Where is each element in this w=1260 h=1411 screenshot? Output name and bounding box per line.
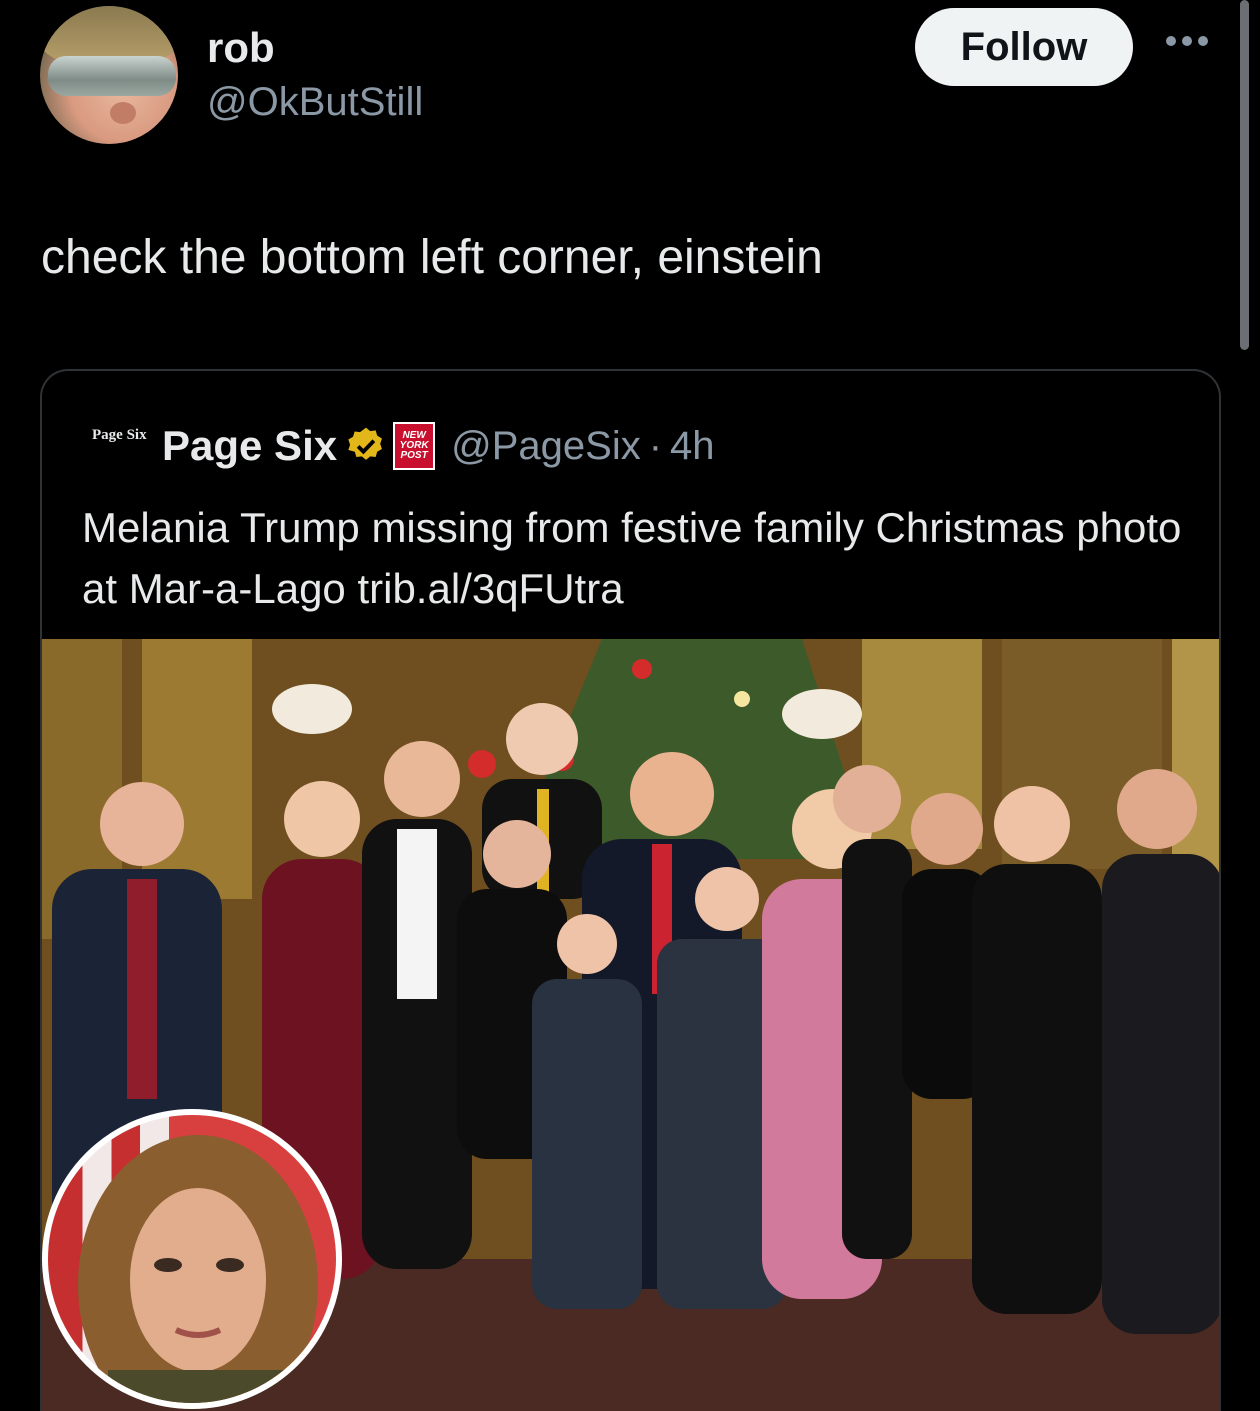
quoted-display-name[interactable]: Page Six [162,422,337,470]
tweet-page: rob @OkButStill Follow check the bottom … [0,0,1260,1411]
more-dot [1198,36,1208,46]
display-name[interactable]: rob [207,24,275,72]
nypost-badge-icon: NEW YORK POST [393,422,436,470]
page-six-logo: Page Six [92,427,147,443]
user-handle[interactable]: @OkButStill [207,80,423,125]
scrollbar[interactable] [1240,0,1249,350]
more-dot [1166,36,1176,46]
more-dot [1182,36,1192,46]
quoted-tweet-header: Page Six Page Six NEW YORK POST @PageSix… [92,421,715,471]
inset-portrait [42,1109,342,1409]
follow-button[interactable]: Follow [915,8,1133,86]
separator-dot: · [648,423,663,468]
avatar[interactable] [40,6,178,144]
tweet-text: check the bottom left corner, einstein [41,231,823,284]
quoted-photo[interactable] [42,639,1219,1411]
inset-portrait-illustration [78,1135,318,1403]
quoted-handle[interactable]: @PageSix [451,424,641,469]
quoted-timestamp[interactable]: 4h [670,424,715,469]
avatar-nose [110,102,136,124]
more-icon[interactable] [1166,36,1216,56]
quoted-tweet-card[interactable]: Page Six Page Six NEW YORK POST @PageSix… [40,369,1221,1411]
quoted-tweet-text: Melania Trump missing from festive famil… [82,504,1182,612]
verified-badge-icon [348,427,383,460]
avatar-sunglasses [48,56,176,96]
